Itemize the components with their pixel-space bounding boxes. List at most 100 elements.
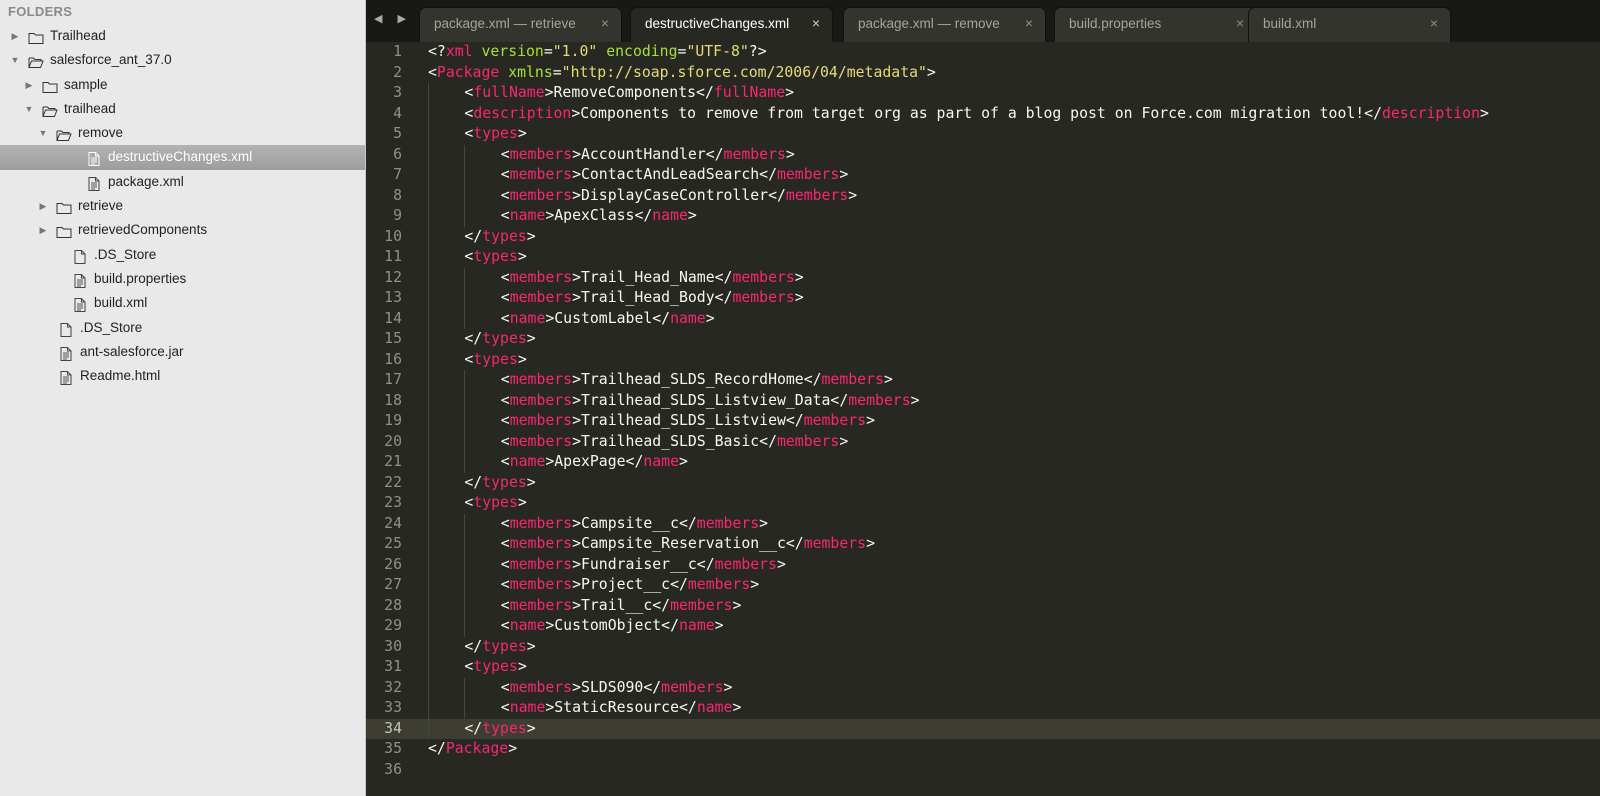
close-icon[interactable]: ×	[1025, 15, 1033, 31]
tab-label: destructiveChanges.xml	[645, 16, 790, 31]
code-token-tag: name	[679, 617, 715, 634]
close-icon[interactable]: ×	[1236, 15, 1244, 31]
code-text: <name>ApexPage</name>	[501, 452, 688, 473]
disclosure-collapsed-icon[interactable]: ▶	[36, 218, 50, 242]
code-line: 22 </types>	[366, 472, 1600, 494]
sidebar-item-remove[interactable]: ▼ remove	[0, 121, 365, 145]
sidebar-item-label: .DS_Store	[80, 319, 143, 335]
code-token-txt: >	[866, 535, 875, 552]
disclosure-collapsed-icon[interactable]: ▶	[36, 194, 50, 218]
code-token-txt: <	[500, 309, 510, 327]
tab-package-xml-remove[interactable]: package.xml — remove ×	[843, 7, 1046, 42]
code-token-txt: =	[543, 43, 553, 60]
indent-guide	[464, 165, 466, 186]
tab-label: build.xml	[1263, 16, 1317, 31]
code-token-tag: members	[785, 186, 849, 204]
code-token-txt: </	[464, 473, 483, 491]
sidebar-item-retrievedcomponents[interactable]: ▶ retrievedComponents	[0, 218, 365, 242]
code-text: <members>Trailhead_SLDS_RecordHome</memb…	[501, 370, 893, 391]
close-icon[interactable]: ×	[601, 15, 609, 31]
tab-build-properties[interactable]: build.properties ×	[1054, 7, 1257, 42]
indent-guide	[428, 452, 429, 473]
sidebar-item-label: build.properties	[94, 270, 187, 286]
line-number: 9	[393, 207, 402, 224]
code-token-txt: >	[714, 617, 724, 634]
code-line: 30 </types>	[366, 636, 1600, 658]
code-token-txt: >	[732, 699, 742, 716]
disclosure-expanded-icon[interactable]: ▼	[8, 48, 22, 72]
disclosure-expanded-icon[interactable]: ▼	[22, 97, 36, 121]
code-text: <members>Campsite_Reservation__c</member…	[501, 534, 875, 555]
indent-guide	[428, 657, 429, 678]
code-token-txt: >	[526, 227, 536, 245]
sidebar-item-readme-html[interactable]: Readme.html	[0, 364, 365, 388]
code-text: </types>	[464, 473, 535, 494]
sidebar-item-package-xml[interactable]: package.xml	[0, 170, 365, 194]
sidebar-item-ds-store[interactable]: .DS_Store	[0, 243, 365, 267]
sidebar-item-salesforce-ant-37-0[interactable]: ▼ salesforce_ant_37.0	[0, 48, 365, 72]
tab-build-xml[interactable]: build.xml ×	[1248, 7, 1451, 42]
code-line: 27 <members>Project__c</members>	[366, 575, 1600, 596]
sidebar-item-sample[interactable]: ▶ sample	[0, 73, 365, 97]
sidebar-item-destructivechanges-xml[interactable]: destructiveChanges.xml	[0, 145, 365, 170]
close-icon[interactable]: ×	[812, 15, 820, 31]
indent-guide	[428, 288, 429, 309]
sidebar-item-label: .DS_Store	[94, 246, 157, 262]
code-token-attr: version	[481, 43, 544, 60]
code-token-txt: </	[464, 227, 483, 245]
code-text: <members>Trail_Head_Body</members>	[501, 288, 804, 309]
indent-guide	[428, 185, 429, 206]
disclosure-collapsed-icon[interactable]: ▶	[22, 73, 36, 97]
code-token-txt: >Trailhead_SLDS_Listview_Data</	[572, 391, 849, 409]
sidebar-item-build-xml[interactable]: build.xml	[0, 291, 365, 315]
disclosure-collapsed-icon[interactable]: ▶	[8, 24, 22, 48]
tab-destructivechanges-xml[interactable]: destructiveChanges.xml ×	[630, 7, 833, 42]
code-token-txt: >	[517, 350, 527, 368]
sidebar-item-ant-salesforce-jar[interactable]: ant-salesforce.jar	[0, 340, 365, 364]
close-icon[interactable]: ×	[1430, 15, 1438, 31]
file-icon	[72, 248, 88, 264]
code-token-txt: <	[464, 84, 474, 101]
sidebar-item-trailhead[interactable]: ▶ Trailhead	[0, 24, 365, 48]
code-line: 20 <members>Trailhead_SLDS_Basic</members…	[366, 431, 1600, 452]
code-text: <name>ApexClass</name>	[501, 206, 697, 227]
indent-guide	[428, 390, 429, 411]
code-token-tag: name	[509, 207, 546, 224]
code-text: <name>CustomLabel</name>	[501, 309, 715, 330]
file-icon	[58, 321, 74, 337]
code-view[interactable]: 1 <?xml version="1.0" encoding="UTF-8"?> 2…	[366, 42, 1600, 796]
code-token-tag: members	[509, 391, 573, 409]
code-file-icon	[86, 150, 102, 167]
code-token-tag: xml	[445, 43, 473, 60]
tab-package-xml-retrieve[interactable]: package.xml — retrieve ×	[419, 7, 622, 42]
code-text: </types>	[464, 637, 535, 658]
code-token-txt: >	[679, 453, 688, 470]
code-token-txt: <	[464, 248, 474, 265]
code-text: <members>ContactAndLeadSearch</members>	[501, 165, 848, 186]
sidebar-item-retrieve[interactable]: ▶ retrieve	[0, 194, 365, 218]
sidebar-item-ds-store[interactable]: .DS_Store	[0, 316, 365, 340]
code-token-txt: <	[464, 104, 474, 122]
line-number: 26	[384, 555, 402, 573]
code-line: 21 <name>ApexPage</name>	[366, 452, 1600, 473]
tab-nav-arrows[interactable]: ◀ ▶	[374, 12, 412, 25]
indent-guide	[464, 206, 466, 227]
code-token-txt: >	[526, 719, 536, 737]
tab-label: build.properties	[1069, 16, 1162, 31]
sidebar-item-build-properties[interactable]: build.properties	[0, 267, 365, 291]
sidebar-item-trailhead[interactable]: ▼ trailhead	[0, 97, 365, 121]
code-text: <members>Trailhead_SLDS_Listview_Data</m…	[501, 391, 920, 412]
code-token-tag: name	[643, 453, 679, 470]
code-text: <types>	[464, 350, 526, 371]
line-number: 6	[393, 145, 402, 163]
sidebar-item-label: Readme.html	[80, 368, 161, 384]
code-token-txt: >Trailhead_SLDS_Basic</	[572, 432, 777, 450]
code-line: 2 <Package xmlns="http://soap.sforce.com/…	[366, 63, 1600, 84]
line-number: 21	[384, 453, 402, 470]
sublime-text-window: FOLDERS ▶ Trailhead ▼ salesforce_ant_37.0 ▶ s…	[0, 0, 1600, 796]
indent-guide	[428, 718, 429, 739]
line-number: 11	[384, 248, 402, 265]
indent-guide	[428, 472, 429, 493]
indent-guide	[428, 554, 429, 575]
disclosure-expanded-icon[interactable]: ▼	[36, 121, 50, 145]
